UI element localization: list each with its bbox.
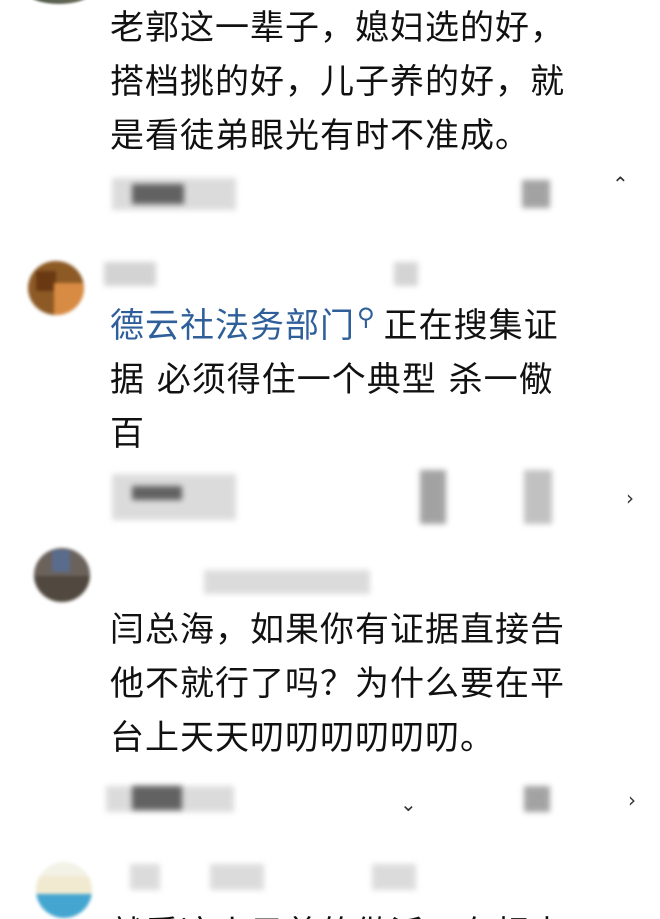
comment-text-line: 是看徒弟眼光有时不准成。 bbox=[110, 116, 530, 156]
comment-meta bbox=[394, 262, 418, 286]
comment-text: 正在搜集证 bbox=[383, 306, 559, 346]
comment-text-line: 他不就行了吗？为什么要在平 bbox=[110, 664, 565, 704]
reply-icon[interactable]: ⌃ bbox=[612, 174, 629, 194]
comment-text-line: 搭档挑的好，儿子养的好，就 bbox=[110, 62, 565, 102]
comment-text-line: 闫总海，如果你有证据直接告 bbox=[110, 610, 565, 650]
comment-meta bbox=[372, 864, 416, 890]
comment-text-line: 百 bbox=[110, 414, 145, 454]
comment-text-line: 据 必须得住一个典型 杀一儆 bbox=[110, 360, 554, 400]
mention-link[interactable]: 德云社法务部门 bbox=[110, 306, 355, 346]
comment-meta-text bbox=[132, 486, 182, 500]
username[interactable] bbox=[204, 570, 370, 594]
chevron-right-icon[interactable]: › bbox=[628, 790, 636, 810]
like-icon[interactable] bbox=[522, 180, 550, 208]
search-icon[interactable]: ⚲ bbox=[357, 303, 376, 331]
comment-meta-text bbox=[132, 786, 182, 810]
reply-icon[interactable]: ⌄ bbox=[400, 794, 417, 814]
like-icon[interactable] bbox=[524, 786, 550, 812]
avatar[interactable] bbox=[28, 261, 84, 315]
comment-text-line: 德云社法务部门⚲ 正在搜集证 bbox=[110, 298, 559, 357]
comment-meta-text bbox=[132, 184, 184, 204]
comment-text-line: 就看这小子着的做派，在相声 bbox=[110, 906, 565, 919]
comment-text-line: 台上天天叨叨叨叨叨叨。 bbox=[110, 718, 495, 758]
avatar[interactable] bbox=[34, 548, 90, 602]
avatar[interactable] bbox=[28, 0, 90, 4]
username[interactable] bbox=[130, 864, 160, 890]
comment-meta bbox=[524, 470, 552, 524]
avatar[interactable] bbox=[36, 862, 92, 918]
username[interactable] bbox=[210, 864, 264, 890]
username[interactable] bbox=[104, 262, 156, 286]
comment-text-line: 老郭这一辈子，媳妇选的好， bbox=[110, 8, 565, 48]
like-icon[interactable] bbox=[420, 470, 446, 524]
chevron-right-icon[interactable]: › bbox=[626, 488, 634, 508]
